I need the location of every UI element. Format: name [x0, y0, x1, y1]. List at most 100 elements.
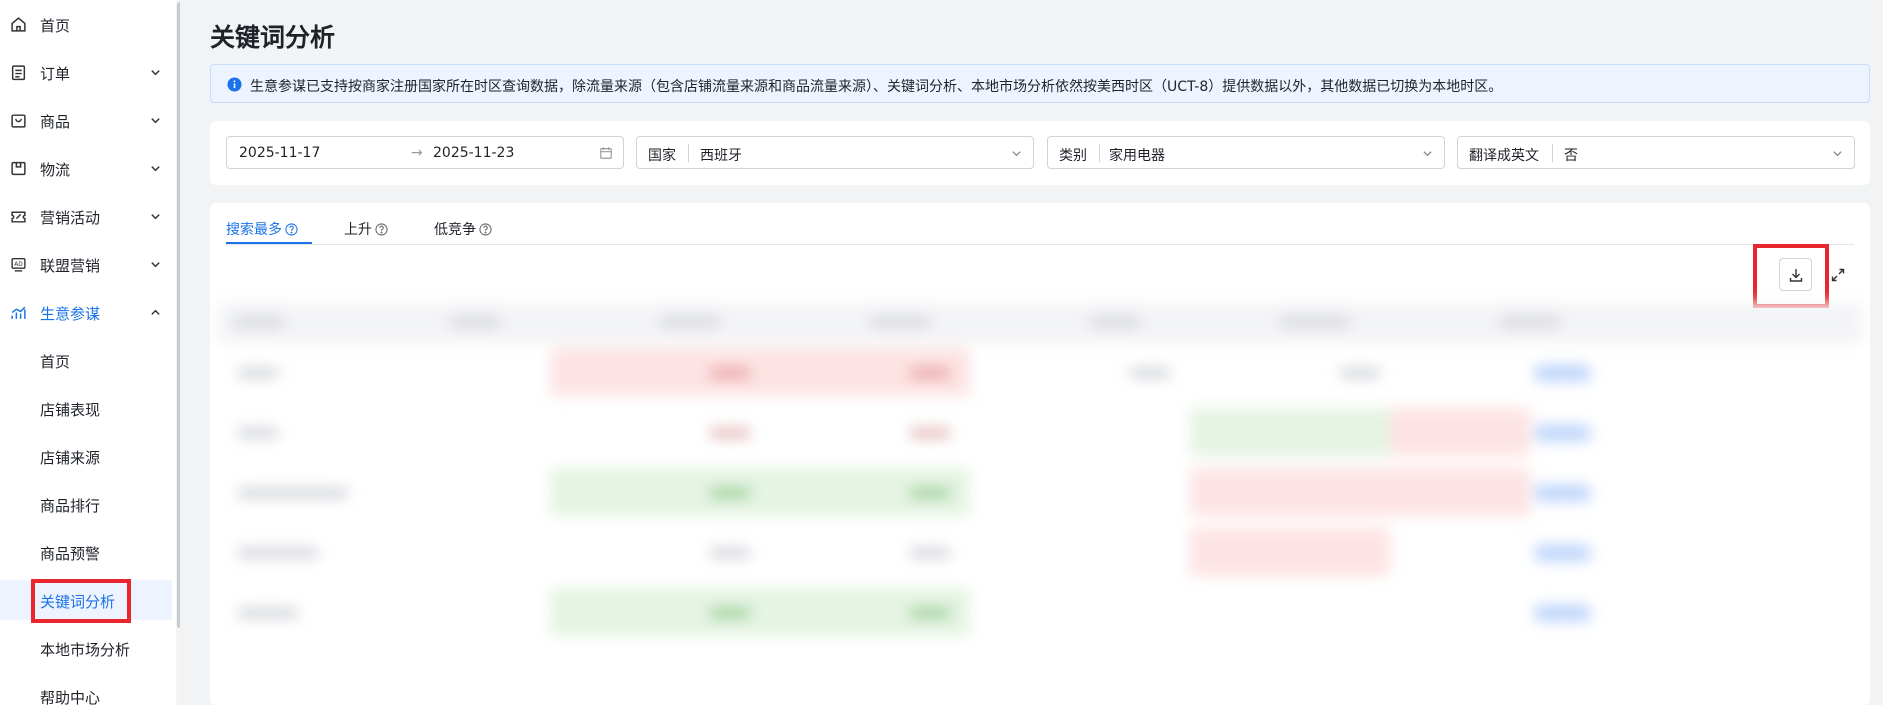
sidebar-item-label: 订单 [40, 65, 71, 83]
sidebar-subitem-home[interactable]: 首页 [0, 340, 172, 380]
sidebar-item-label: 首页 [40, 17, 71, 35]
tabs-divider [226, 244, 1854, 245]
fullscreen-icon [1831, 268, 1845, 282]
marketing-icon [11, 211, 26, 223]
sidebar-item-label: 联盟营销 [40, 257, 101, 275]
table-cell [1535, 485, 1590, 501]
info-icon [227, 77, 242, 92]
highlight-box [31, 579, 131, 623]
sidebar-subitem-local-market[interactable]: 本地市场分析 [0, 628, 172, 668]
date-range-picker[interactable]: 2025-11-17 → 2025-11-23 [226, 136, 624, 169]
header-cell [234, 317, 284, 327]
country-value: 西班牙 [700, 148, 742, 164]
sidebar-subitem-product-alerts[interactable]: 商品预警 [0, 532, 172, 572]
table-cell [238, 548, 318, 558]
sidebar-subitem-label: 商品预警 [40, 545, 101, 563]
table-cell [1190, 528, 1390, 576]
keyword-table-card: 搜索最多 上升 低竞争 [210, 203, 1870, 705]
sidebar-item-business-analytics[interactable]: 生意参谋 [0, 292, 172, 332]
table-cell [238, 608, 298, 618]
sidebar-item-label: 物流 [40, 161, 71, 179]
table-cell [550, 468, 970, 516]
table-cell [710, 548, 750, 558]
table-cell [238, 368, 278, 378]
date-start[interactable]: 2025-11-17 [239, 145, 320, 161]
chevron-down-icon [151, 262, 160, 268]
product-icon [11, 114, 26, 128]
sidebar-item-label: 营销活动 [40, 209, 101, 227]
table-cell [910, 488, 950, 498]
sidebar-subitem-label: 首页 [40, 353, 71, 371]
help-icon[interactable] [375, 223, 388, 236]
sidebar-subitem-product-ranking[interactable]: 商品排行 [0, 484, 172, 524]
country-select[interactable]: 国家 西班牙 [636, 136, 1034, 169]
table-cell [1190, 468, 1530, 516]
sidebar-scrollbar-thumb[interactable] [177, 2, 180, 628]
sidebar-item-marketing[interactable]: 营销活动 [0, 196, 172, 236]
sidebar-item-products[interactable]: 商品 [0, 100, 172, 140]
notice-text: 生意参谋已支持按商家注册国家所在时区查询数据，除流量来源（包含店铺流量来源和商品… [250, 79, 1503, 95]
chevron-down-icon [151, 70, 160, 76]
tab-label: 低竞争 [434, 222, 476, 238]
sidebar-item-orders[interactable]: 订单 [0, 52, 172, 92]
table-cell [1340, 368, 1380, 378]
header-cell [450, 317, 500, 327]
table-cell [1130, 368, 1170, 378]
analytics-icon [11, 306, 26, 319]
svg-text:AD: AD [14, 262, 23, 268]
chevron-down-icon [1423, 151, 1432, 157]
chevron-down-icon [151, 214, 160, 220]
table-cell [550, 348, 970, 396]
header-cell [1500, 317, 1560, 327]
table-cell [1190, 408, 1390, 456]
sidebar-subitem-label: 商品排行 [40, 497, 101, 515]
table-cell [710, 608, 750, 618]
table-cell [238, 428, 278, 438]
translate-select[interactable]: 翻译成英文 否 [1457, 136, 1855, 169]
calendar-icon [600, 147, 612, 159]
tab-label: 上升 [344, 222, 372, 238]
affiliate-icon: AD [11, 257, 26, 272]
sidebar-subitem-label: 店铺表现 [40, 401, 101, 419]
country-label: 国家 [648, 148, 676, 164]
table-cell [1390, 408, 1530, 456]
help-icon[interactable] [479, 223, 492, 236]
sidebar-subitem-help-center[interactable]: 帮助中心 [0, 676, 172, 705]
sidebar-subitem-store-traffic[interactable]: 店铺来源 [0, 436, 172, 476]
table-cell [1535, 605, 1590, 621]
chevron-down-icon [1012, 151, 1021, 157]
table-cell [710, 488, 750, 498]
translate-value: 否 [1564, 148, 1578, 164]
date-range-arrow: → [411, 145, 423, 161]
sidebar-item-label: 商品 [40, 113, 71, 131]
sidebar-item-home[interactable]: 首页 [0, 4, 172, 44]
date-end[interactable]: 2025-11-23 [433, 145, 514, 161]
sidebar-item-affiliate[interactable]: AD 联盟营销 [0, 244, 172, 284]
header-cell [870, 317, 930, 327]
info-notice: 生意参谋已支持按商家注册国家所在时区查询数据，除流量来源（包含店铺流量来源和商品… [210, 64, 1870, 103]
table-cell [1535, 545, 1590, 561]
sidebar-subitem-label: 店铺来源 [40, 449, 101, 467]
header-cell [1280, 317, 1350, 327]
sidebar-item-logistics[interactable]: 物流 [0, 148, 172, 188]
chevron-down-icon [1833, 151, 1842, 157]
header-cell [1090, 317, 1140, 327]
sidebar-subitem-store-performance[interactable]: 店铺表现 [0, 388, 172, 428]
highlight-box [1753, 244, 1829, 308]
tab-label: 搜索最多 [226, 222, 282, 238]
chevron-down-icon [151, 166, 160, 172]
table-cell [1535, 365, 1590, 381]
header-cell [660, 317, 720, 327]
page-title: 关键词分析 [210, 23, 336, 52]
table-cell [550, 588, 970, 636]
sidebar-subitem-label: 本地市场分析 [40, 641, 131, 659]
help-icon[interactable] [285, 223, 298, 236]
category-value: 家用电器 [1109, 148, 1165, 164]
filter-bar: 2025-11-17 → 2025-11-23 国家 西班牙 类别 家用电器 翻… [210, 121, 1870, 185]
keyword-table-blurred [210, 303, 1870, 705]
logistics-icon [11, 161, 26, 176]
category-label: 类别 [1059, 148, 1087, 164]
category-select[interactable]: 类别 家用电器 [1047, 136, 1445, 169]
chevron-up-icon [151, 309, 160, 315]
table-cell [910, 368, 950, 378]
